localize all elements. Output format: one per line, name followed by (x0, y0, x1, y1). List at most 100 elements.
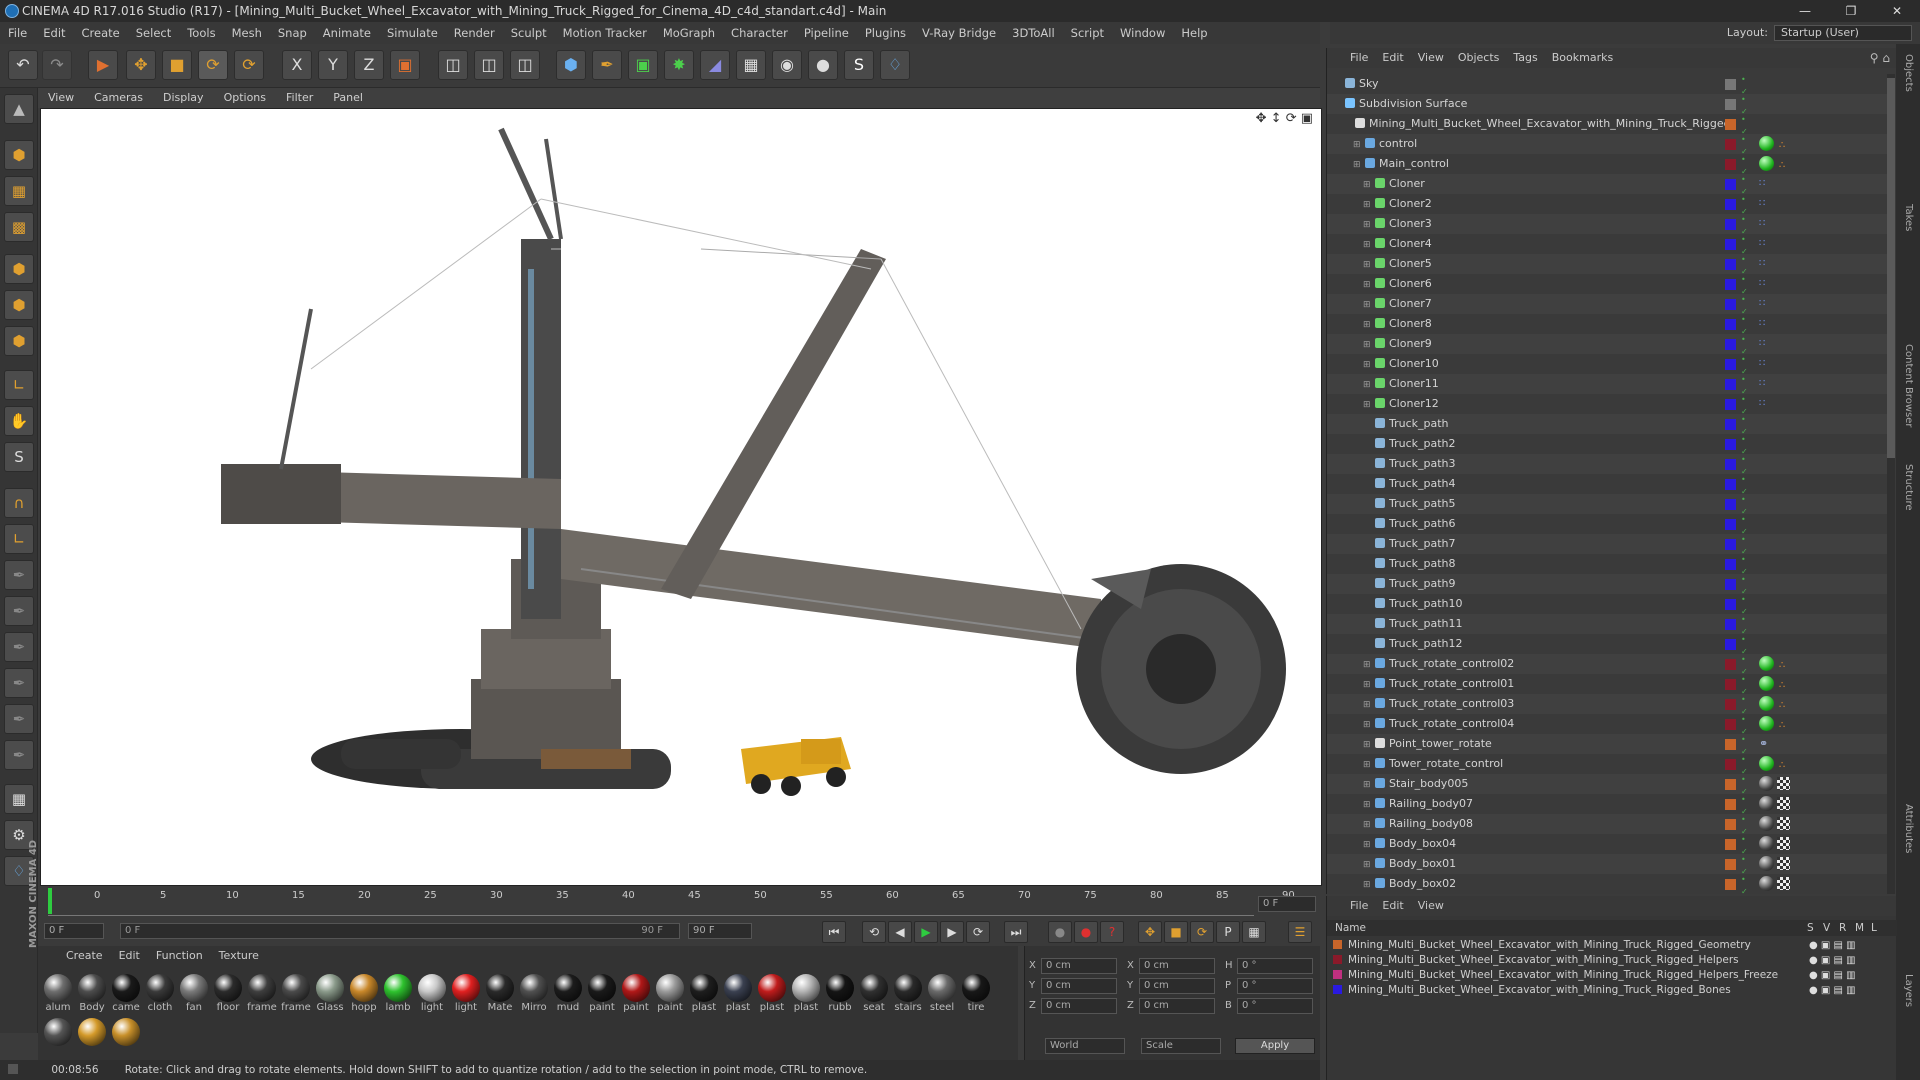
material-swatch[interactable]: Mate (484, 974, 516, 1016)
magnet-icon[interactable]: ∩ (4, 488, 34, 518)
x-axis-lock-icon[interactable]: X (282, 50, 312, 80)
object-row[interactable]: Truck_path7 • ✓ (1327, 534, 1887, 556)
keyframe-selection-icon[interactable]: ? (1100, 921, 1124, 943)
menu-item-snap[interactable]: Snap (270, 22, 315, 44)
layer-color-swatch[interactable] (1333, 985, 1342, 994)
menu-item-motion-tracker[interactable]: Motion Tracker (555, 22, 655, 44)
layer-color-swatch[interactable] (1725, 319, 1736, 330)
object-row[interactable]: ⊞ Cloner7 • ✓ ∷ (1327, 294, 1887, 316)
expand-toggle-icon[interactable]: ⊞ (1363, 655, 1375, 675)
layer-color-swatch[interactable] (1725, 459, 1736, 470)
object-row[interactable]: ⊞ Cloner11 • ✓ ∷ (1327, 374, 1887, 396)
object-row[interactable]: Truck_path6 • ✓ (1327, 514, 1887, 536)
material-swatch[interactable]: fan (178, 974, 210, 1016)
layer-color-swatch[interactable] (1725, 139, 1736, 150)
material-swatch[interactable]: cloth (144, 974, 176, 1016)
mograph-tag-icon[interactable]: ∷ (1759, 354, 1765, 374)
subdivision-icon[interactable]: ▣ (628, 50, 658, 80)
bridge-icon[interactable]: ✒ (4, 740, 34, 770)
object-menu-tags[interactable]: Tags (1506, 48, 1544, 68)
coord-value-field[interactable]: 0 cm (1041, 998, 1117, 1014)
model-mode-icon[interactable]: ⬢ (4, 140, 34, 170)
material-swatch[interactable]: seat (858, 974, 890, 1016)
menu-item-render[interactable]: Render (446, 22, 503, 44)
xpresso-tag-icon[interactable] (1759, 136, 1774, 151)
quantize-icon[interactable]: ∟ (4, 524, 34, 554)
expand-toggle-icon[interactable]: ⊞ (1363, 695, 1375, 715)
menu-item-script[interactable]: Script (1063, 22, 1112, 44)
expand-toggle-icon[interactable]: ⊞ (1363, 355, 1375, 375)
material-swatch[interactable]: paint (586, 974, 618, 1016)
layer-color-swatch[interactable] (1725, 279, 1736, 290)
expand-toggle-icon[interactable]: ⊞ (1353, 155, 1365, 175)
snapping-icon[interactable]: S (4, 442, 34, 472)
previous-frame-icon[interactable]: ◀ (888, 921, 912, 943)
brush-icon[interactable]: ✒ (4, 560, 34, 590)
material-tag-icon[interactable] (1759, 856, 1774, 871)
constraint-tag-icon[interactable]: ∴ (1779, 716, 1785, 736)
constraint-tag-icon[interactable]: ∴ (1779, 696, 1785, 716)
layer-color-swatch[interactable] (1725, 239, 1736, 250)
constraint-tag-icon[interactable]: ∴ (1779, 656, 1785, 676)
coord-value-field[interactable]: 0 cm (1139, 998, 1215, 1014)
layer-color-swatch[interactable] (1725, 639, 1736, 650)
layer-color-swatch[interactable] (1725, 659, 1736, 670)
layer-row[interactable]: Mining_Multi_Bucket_Wheel_Excavator_with… (1333, 968, 1893, 983)
layer-column-header[interactable]: R (1839, 920, 1855, 936)
record-active-icon[interactable]: ● (1048, 921, 1072, 943)
object-row[interactable]: ⊞ Main_control • ✓ ∴ (1327, 154, 1887, 176)
timeline-window-icon[interactable]: ☰ (1288, 921, 1312, 943)
object-row[interactable]: ⊞ Cloner2 • ✓ ∷ (1327, 194, 1887, 216)
redo-icon[interactable]: ↷ (42, 50, 72, 80)
light-icon[interactable]: ● (808, 50, 838, 80)
xpresso-tag-icon[interactable] (1759, 656, 1774, 671)
object-scrollbar[interactable] (1887, 74, 1895, 894)
material-swatch[interactable]: frame (246, 974, 278, 1016)
layer-toggle-icons[interactable]: ● ▣ ▤ ▥ (1809, 968, 1856, 983)
material-tag-icon[interactable] (1759, 776, 1774, 791)
mograph-tag-icon[interactable]: ∷ (1759, 174, 1765, 194)
viewport-nav-icons[interactable]: ✥ ↕ ⟳ ▣ (1256, 111, 1313, 126)
material-menu-function[interactable]: Function (148, 946, 211, 966)
layer-color-swatch[interactable] (1725, 819, 1736, 830)
menu-item-file[interactable]: File (0, 22, 35, 44)
object-menu-edit[interactable]: Edit (1375, 48, 1410, 68)
layer-color-swatch[interactable] (1725, 419, 1736, 430)
object-row[interactable]: ⊞ Cloner9 • ✓ ∷ (1327, 334, 1887, 356)
layer-column-header[interactable]: M (1855, 920, 1871, 936)
menu-item-mograph[interactable]: MoGraph (655, 22, 723, 44)
object-row[interactable]: ⊞ Cloner • ✓ ∷ (1327, 174, 1887, 196)
viewport-menu-panel[interactable]: Panel (323, 88, 373, 108)
vray-icon[interactable]: S (844, 50, 874, 80)
material-swatch[interactable]: plast (756, 974, 788, 1016)
layer-color-swatch[interactable] (1725, 619, 1736, 630)
mograph-tag-icon[interactable]: ∷ (1759, 374, 1765, 394)
material-swatch[interactable] (110, 1018, 142, 1060)
expand-toggle-icon[interactable]: ⊞ (1363, 195, 1375, 215)
viewport-menu-display[interactable]: Display (153, 88, 214, 108)
viewport-menu-view[interactable]: View (38, 88, 84, 108)
xpresso-tag-icon[interactable] (1759, 696, 1774, 711)
scale-icon[interactable]: ■ (162, 50, 192, 80)
object-row[interactable]: Truck_path3 • ✓ (1327, 454, 1887, 476)
floor-icon[interactable]: ▦ (736, 50, 766, 80)
uvw-tag-icon[interactable] (1777, 837, 1790, 850)
uvw-tag-icon[interactable] (1777, 877, 1790, 890)
apply-button[interactable]: Apply (1235, 1038, 1315, 1054)
camera-icon[interactable]: ◉ (772, 50, 802, 80)
material-tag-icon[interactable] (1759, 816, 1774, 831)
coord-value-field[interactable]: 0 cm (1041, 978, 1117, 994)
layer-toggle-icons[interactable]: ● ▣ ▤ ▥ (1809, 983, 1856, 998)
expand-toggle-icon[interactable]: ⊞ (1363, 255, 1375, 275)
layer-row[interactable]: Mining_Multi_Bucket_Wheel_Excavator_with… (1333, 938, 1893, 953)
layer-color-swatch[interactable] (1725, 579, 1736, 590)
object-row[interactable]: ⊞ Tower_rotate_control • ✓ ∴ (1327, 754, 1887, 776)
material-swatch[interactable]: light (416, 974, 448, 1016)
constraint-tag-icon[interactable]: ∴ (1779, 676, 1785, 696)
pen-spline-icon[interactable]: ✒ (592, 50, 622, 80)
material-swatch[interactable]: mud (552, 974, 584, 1016)
constraint-tag-icon[interactable]: ∴ (1779, 136, 1785, 156)
mograph-tag-icon[interactable]: ∷ (1759, 394, 1765, 414)
object-menu-bookmarks[interactable]: Bookmarks (1545, 48, 1620, 68)
viewport-menu-options[interactable]: Options (214, 88, 276, 108)
